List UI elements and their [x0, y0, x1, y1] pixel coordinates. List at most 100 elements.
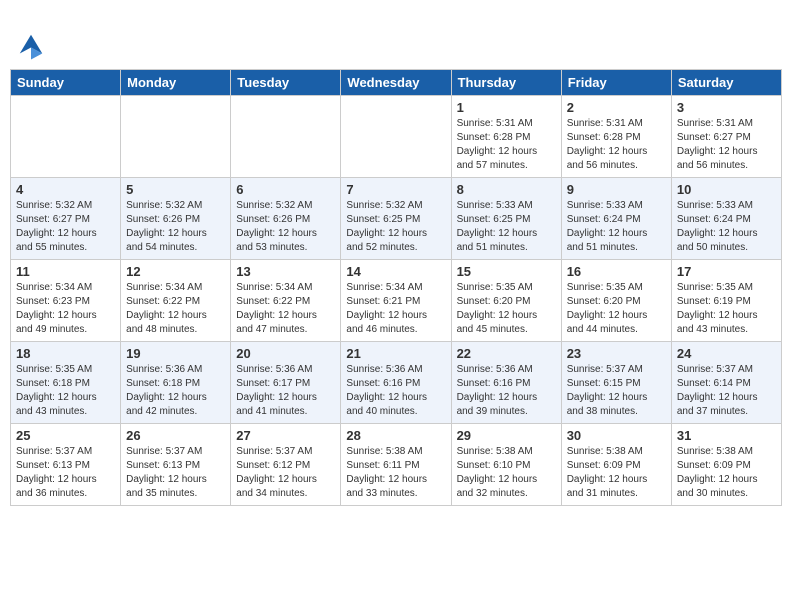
calendar-cell: 31 Sunrise: 5:38 AM Sunset: 6:09 PM Dayli… — [671, 424, 781, 506]
calendar-week-3: 11 Sunrise: 5:34 AM Sunset: 6:23 PM Dayli… — [11, 260, 782, 342]
day-number: 14 — [346, 264, 445, 279]
day-number: 11 — [16, 264, 115, 279]
day-info: Sunrise: 5:32 AM Sunset: 6:25 PM Dayligh… — [346, 199, 445, 255]
calendar-week-2: 4Sunrise: 5:32 AM Sunset: 6:27 PM Daylig… — [11, 178, 782, 260]
calendar-cell: 2Sunrise: 5:31 AM Sunset: 6:28 PM Daylig… — [561, 96, 671, 178]
calendar-cell: 19 Sunrise: 5:36 AM Sunset: 6:18 PM Dayli… — [121, 342, 231, 424]
column-header-wednesday: Wednesday — [341, 70, 451, 96]
calendar-cell: 5 Sunrise: 5:32 AM Sunset: 6:26 PM Daylig… — [121, 178, 231, 260]
calendar-cell — [341, 96, 451, 178]
day-info: Sunrise: 5:36 AM Sunset: 6:16 PM Dayligh… — [457, 363, 556, 419]
calendar-cell: 23 Sunrise: 5:37 AM Sunset: 6:15 PM Dayli… — [561, 342, 671, 424]
day-number: 30 — [567, 428, 666, 443]
calendar-cell: 25 Sunrise: 5:37 AM Sunset: 6:13 PM Dayli… — [11, 424, 121, 506]
calendar-cell: 21 Sunrise: 5:36 AM Sunset: 6:16 PM Dayli… — [341, 342, 451, 424]
day-info: Sunrise: 5:34 AM Sunset: 6:22 PM Dayligh… — [126, 281, 225, 337]
day-number: 19 — [126, 346, 225, 361]
day-number: 12 — [126, 264, 225, 279]
day-number: 27 — [236, 428, 335, 443]
calendar-cell: 1 Sunrise: 5:31 AM Sunset: 6:28 PM Daylig… — [451, 96, 561, 178]
column-header-saturday: Saturday — [671, 70, 781, 96]
day-number: 10 — [677, 182, 776, 197]
calendar-cell: 7 Sunrise: 5:32 AM Sunset: 6:25 PM Daylig… — [341, 178, 451, 260]
day-number: 8 — [457, 182, 556, 197]
day-info: Sunrise: 5:38 AM Sunset: 6:11 PM Dayligh… — [346, 445, 445, 501]
calendar-cell — [231, 96, 341, 178]
calendar-cell: 26 Sunrise: 5:37 AM Sunset: 6:13 PM Dayli… — [121, 424, 231, 506]
day-number: 24 — [677, 346, 776, 361]
calendar-cell: 16Sunrise: 5:35 AM Sunset: 6:20 PM Dayli… — [561, 260, 671, 342]
day-number: 3 — [677, 100, 776, 115]
day-info: Sunrise: 5:37 AM Sunset: 6:13 PM Dayligh… — [16, 445, 115, 501]
day-info: Sunrise: 5:37 AM Sunset: 6:12 PM Dayligh… — [236, 445, 335, 501]
day-info: Sunrise: 5:32 AM Sunset: 6:27 PM Dayligh… — [16, 199, 115, 255]
day-info: Sunrise: 5:34 AM Sunset: 6:21 PM Dayligh… — [346, 281, 445, 337]
day-info: Sunrise: 5:32 AM Sunset: 6:26 PM Dayligh… — [126, 199, 225, 255]
day-info: Sunrise: 5:31 AM Sunset: 6:28 PM Dayligh… — [457, 117, 556, 173]
calendar-cell — [121, 96, 231, 178]
day-number: 23 — [567, 346, 666, 361]
day-info: Sunrise: 5:35 AM Sunset: 6:18 PM Dayligh… — [16, 363, 115, 419]
calendar-cell: 13Sunrise: 5:34 AM Sunset: 6:22 PM Dayli… — [231, 260, 341, 342]
day-info: Sunrise: 5:35 AM Sunset: 6:20 PM Dayligh… — [457, 281, 556, 337]
calendar-cell: 3Sunrise: 5:31 AM Sunset: 6:27 PM Daylig… — [671, 96, 781, 178]
column-header-friday: Friday — [561, 70, 671, 96]
day-number: 28 — [346, 428, 445, 443]
calendar-cell: 17 Sunrise: 5:35 AM Sunset: 6:19 PM Dayli… — [671, 260, 781, 342]
calendar-cell: 11 Sunrise: 5:34 AM Sunset: 6:23 PM Dayli… — [11, 260, 121, 342]
day-number: 22 — [457, 346, 556, 361]
day-info: Sunrise: 5:36 AM Sunset: 6:18 PM Dayligh… — [126, 363, 225, 419]
calendar-cell: 9 Sunrise: 5:33 AM Sunset: 6:24 PM Daylig… — [561, 178, 671, 260]
day-number: 21 — [346, 346, 445, 361]
day-info: Sunrise: 5:37 AM Sunset: 6:13 PM Dayligh… — [126, 445, 225, 501]
day-info: Sunrise: 5:34 AM Sunset: 6:23 PM Dayligh… — [16, 281, 115, 337]
day-info: Sunrise: 5:38 AM Sunset: 6:09 PM Dayligh… — [677, 445, 776, 501]
calendar-cell — [11, 96, 121, 178]
day-number: 1 — [457, 100, 556, 115]
calendar-cell: 10Sunrise: 5:33 AM Sunset: 6:24 PM Dayli… — [671, 178, 781, 260]
calendar-cell: 12 Sunrise: 5:34 AM Sunset: 6:22 PM Dayli… — [121, 260, 231, 342]
column-header-monday: Monday — [121, 70, 231, 96]
calendar-cell: 6 Sunrise: 5:32 AM Sunset: 6:26 PM Daylig… — [231, 178, 341, 260]
day-info: Sunrise: 5:38 AM Sunset: 6:10 PM Dayligh… — [457, 445, 556, 501]
calendar-cell: 20 Sunrise: 5:36 AM Sunset: 6:17 PM Dayli… — [231, 342, 341, 424]
calendar-week-4: 18 Sunrise: 5:35 AM Sunset: 6:18 PM Dayli… — [11, 342, 782, 424]
day-number: 5 — [126, 182, 225, 197]
page-header — [10, 10, 782, 61]
logo-icon — [16, 31, 46, 61]
day-info: Sunrise: 5:35 AM Sunset: 6:19 PM Dayligh… — [677, 281, 776, 337]
day-number: 29 — [457, 428, 556, 443]
day-number: 31 — [677, 428, 776, 443]
day-info: Sunrise: 5:37 AM Sunset: 6:14 PM Dayligh… — [677, 363, 776, 419]
day-info: Sunrise: 5:36 AM Sunset: 6:17 PM Dayligh… — [236, 363, 335, 419]
day-info: Sunrise: 5:32 AM Sunset: 6:26 PM Dayligh… — [236, 199, 335, 255]
calendar-cell: 4Sunrise: 5:32 AM Sunset: 6:27 PM Daylig… — [11, 178, 121, 260]
calendar-week-1: 1 Sunrise: 5:31 AM Sunset: 6:28 PM Daylig… — [11, 96, 782, 178]
day-info: Sunrise: 5:31 AM Sunset: 6:28 PM Dayligh… — [567, 117, 666, 173]
calendar-cell: 30 Sunrise: 5:38 AM Sunset: 6:09 PM Dayli… — [561, 424, 671, 506]
calendar-cell: 28 Sunrise: 5:38 AM Sunset: 6:11 PM Dayli… — [341, 424, 451, 506]
day-number: 25 — [16, 428, 115, 443]
day-number: 20 — [236, 346, 335, 361]
day-info: Sunrise: 5:33 AM Sunset: 6:25 PM Dayligh… — [457, 199, 556, 255]
calendar-cell: 15Sunrise: 5:35 AM Sunset: 6:20 PM Dayli… — [451, 260, 561, 342]
calendar-cell: 22 Sunrise: 5:36 AM Sunset: 6:16 PM Dayli… — [451, 342, 561, 424]
calendar-header-row: SundayMondayTuesdayWednesdayThursdayFrid… — [11, 70, 782, 96]
calendar-cell: 14 Sunrise: 5:34 AM Sunset: 6:21 PM Dayli… — [341, 260, 451, 342]
day-number: 13 — [236, 264, 335, 279]
day-number: 26 — [126, 428, 225, 443]
calendar-cell: 18 Sunrise: 5:35 AM Sunset: 6:18 PM Dayli… — [11, 342, 121, 424]
day-number: 18 — [16, 346, 115, 361]
logo — [14, 10, 46, 61]
day-number: 6 — [236, 182, 335, 197]
day-number: 7 — [346, 182, 445, 197]
day-number: 9 — [567, 182, 666, 197]
day-info: Sunrise: 5:33 AM Sunset: 6:24 PM Dayligh… — [567, 199, 666, 255]
column-header-sunday: Sunday — [11, 70, 121, 96]
day-info: Sunrise: 5:36 AM Sunset: 6:16 PM Dayligh… — [346, 363, 445, 419]
day-info: Sunrise: 5:38 AM Sunset: 6:09 PM Dayligh… — [567, 445, 666, 501]
calendar-table: SundayMondayTuesdayWednesdayThursdayFrid… — [10, 69, 782, 506]
day-number: 17 — [677, 264, 776, 279]
day-info: Sunrise: 5:37 AM Sunset: 6:15 PM Dayligh… — [567, 363, 666, 419]
calendar-cell: 24 Sunrise: 5:37 AM Sunset: 6:14 PM Dayli… — [671, 342, 781, 424]
